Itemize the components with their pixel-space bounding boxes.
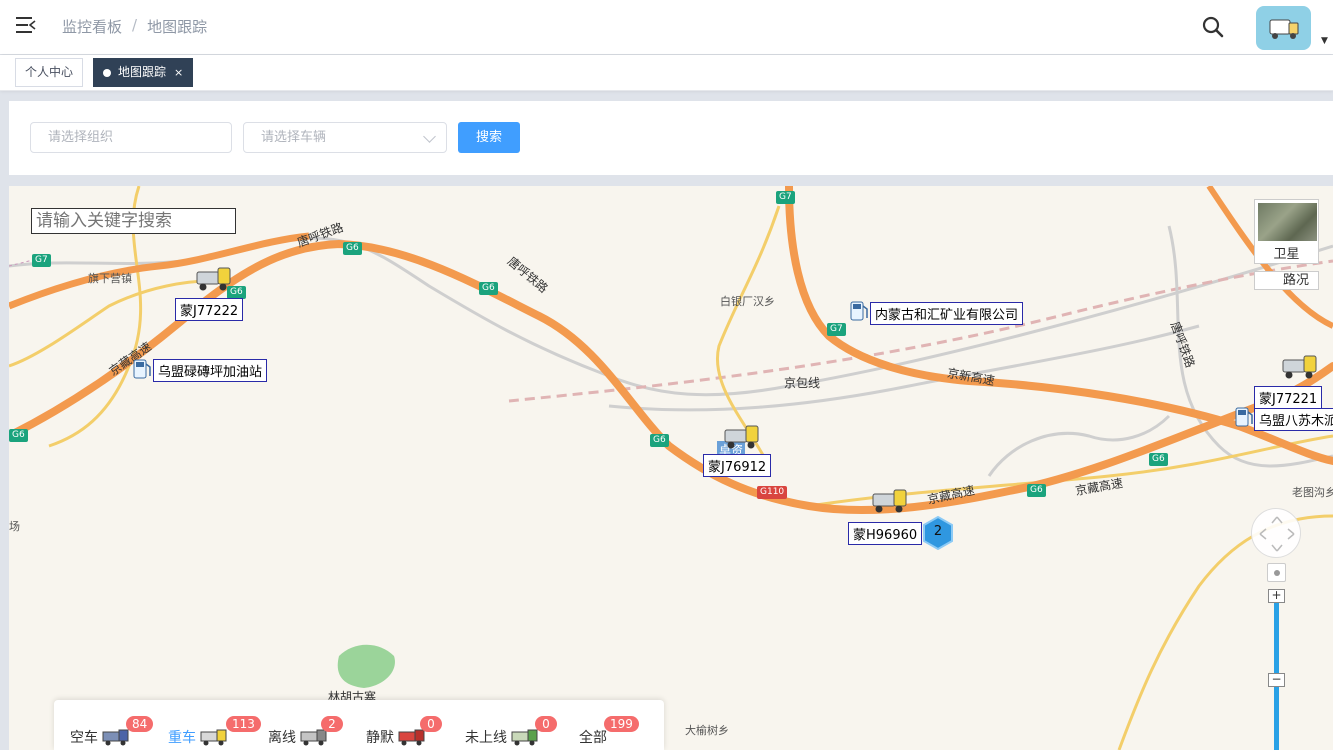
breadcrumb-item-dashboard[interactable]: 监控看板	[62, 16, 122, 37]
traffic-toggle[interactable]: 路况	[1254, 271, 1319, 290]
road-shield: G6	[479, 282, 498, 295]
legend-item-empty[interactable]: 空车	[70, 727, 130, 747]
breadcrumb-separator: /	[132, 16, 138, 34]
gas-station-icon[interactable]	[1234, 406, 1254, 428]
vehicle-plate-label[interactable]: 蒙J77221	[1254, 386, 1323, 409]
map-keyword-search-input[interactable]: 请输入关键字搜索	[31, 208, 236, 234]
chevron-down-icon	[423, 130, 436, 143]
road-shield: G6	[1027, 484, 1046, 497]
legend-label: 离线	[268, 730, 296, 746]
breadcrumb: 监控看板 / 地图跟踪	[62, 16, 207, 37]
tag-label: 个人中心	[25, 65, 74, 79]
place-label: 老图沟乡	[1292, 486, 1333, 499]
pan-control[interactable]	[1251, 508, 1301, 558]
count-badge: 2	[321, 716, 343, 732]
zoom-out-button[interactable]: −	[1268, 673, 1285, 687]
truck-blue-icon	[102, 729, 129, 746]
vehicle-placeholder: 请选择车辆	[261, 130, 327, 145]
satellite-toggle[interactable]: 卫星	[1254, 199, 1319, 264]
tags-view-bar: 个人中心 地图跟踪 ×	[0, 55, 1333, 91]
locate-button[interactable]	[1267, 563, 1286, 582]
top-navbar: 监控看板 / 地图跟踪 ▼	[0, 0, 1333, 54]
count-badge: 0	[535, 716, 557, 732]
road-shield: G6	[650, 434, 669, 447]
user-avatar[interactable]	[1256, 6, 1311, 50]
place-label: 场	[9, 520, 20, 533]
map-canvas[interactable]: 请输入关键字搜索 卫星 路况 G7 G6 G6 G6 G7 G7 G6 G6 G…	[9, 186, 1333, 750]
legend-item-all[interactable]: 全部	[579, 727, 607, 747]
legend-item-loaded[interactable]: 重车	[168, 727, 228, 747]
search-icon[interactable]	[1201, 15, 1225, 39]
zoom-slider[interactable]	[1268, 589, 1285, 750]
tag-map-tracking[interactable]: 地图跟踪 ×	[93, 58, 194, 87]
station-label[interactable]: 内蒙古和汇矿业有限公司	[870, 302, 1024, 325]
gas-station-icon[interactable]	[132, 358, 152, 380]
legend-item-never-online[interactable]: 未上线	[465, 727, 539, 747]
cluster-count: 2	[933, 524, 943, 539]
close-icon[interactable]: ×	[174, 66, 183, 79]
truck-marker-icon[interactable]	[871, 486, 909, 516]
organization-select[interactable]: 请选择组织	[30, 122, 232, 153]
vehicle-plate-label[interactable]: 蒙H96960	[848, 522, 923, 545]
zoom-in-button[interactable]: +	[1268, 589, 1285, 603]
satellite-label: 卫星	[1273, 247, 1300, 262]
truck-marker-icon[interactable]	[195, 264, 233, 294]
place-label: 旗下营镇	[88, 272, 132, 285]
place-label: 白银厂汉乡	[720, 295, 775, 308]
road-label: 京包线	[784, 376, 821, 390]
truck-yellow-icon	[200, 729, 227, 746]
truck-green-icon	[511, 729, 538, 746]
truck-marker-icon[interactable]	[1281, 352, 1319, 382]
road-shield: G6	[343, 242, 362, 255]
place-label: 大榆树乡	[685, 724, 729, 737]
filter-panel: 请选择组织 请选择车辆 搜索	[9, 101, 1333, 175]
road-shield: G110	[757, 486, 788, 499]
tag-label: 地图跟踪	[118, 65, 167, 79]
tag-personal-center[interactable]: 个人中心	[15, 58, 84, 87]
road-shield: G6	[1149, 453, 1168, 466]
truck-marker-icon[interactable]	[723, 422, 761, 452]
count-badge: 199	[604, 716, 639, 732]
vehicle-plate-label[interactable]: 蒙J77222	[175, 298, 244, 321]
vehicle-select[interactable]: 请选择车辆	[243, 122, 447, 153]
search-button[interactable]: 搜索	[458, 122, 520, 153]
count-badge: 0	[420, 716, 442, 732]
menu-fold-icon[interactable]	[16, 16, 36, 34]
station-label[interactable]: 乌盟碌磚坪加油站	[153, 359, 268, 382]
legend-label: 空车	[70, 730, 98, 746]
satellite-thumbnail	[1258, 203, 1317, 241]
road-shield: G7	[827, 323, 846, 336]
count-badge: 84	[126, 716, 154, 732]
vehicle-status-legend: 空车 84 重车 113 离线 2 静默 0 未上线 0 全部 199	[54, 700, 664, 750]
legend-label: 全部	[579, 730, 607, 746]
vehicle-plate-label[interactable]: 蒙J76912	[703, 454, 772, 477]
road-shield: G7	[776, 191, 795, 204]
count-badge: 113	[226, 716, 261, 732]
legend-label: 静默	[366, 730, 394, 746]
caret-down-icon[interactable]: ▼	[1321, 36, 1328, 46]
breadcrumb-item-map-tracking: 地图跟踪	[147, 18, 208, 36]
truck-avatar-icon	[1269, 19, 1299, 39]
marker-cluster[interactable]: 2	[922, 515, 954, 551]
station-label[interactable]: 乌盟八苏木派	[1254, 408, 1333, 431]
organization-placeholder: 请选择组织	[48, 130, 114, 145]
legend-item-silent[interactable]: 静默	[366, 727, 426, 747]
road-shield: G6	[9, 429, 28, 442]
legend-label: 重车	[168, 730, 196, 746]
gas-station-icon[interactable]	[849, 300, 869, 322]
road-shield: G7	[32, 254, 51, 267]
pan-arrows-icon	[1259, 516, 1295, 552]
legend-label: 未上线	[465, 730, 507, 746]
legend-item-offline[interactable]: 离线	[268, 727, 328, 747]
